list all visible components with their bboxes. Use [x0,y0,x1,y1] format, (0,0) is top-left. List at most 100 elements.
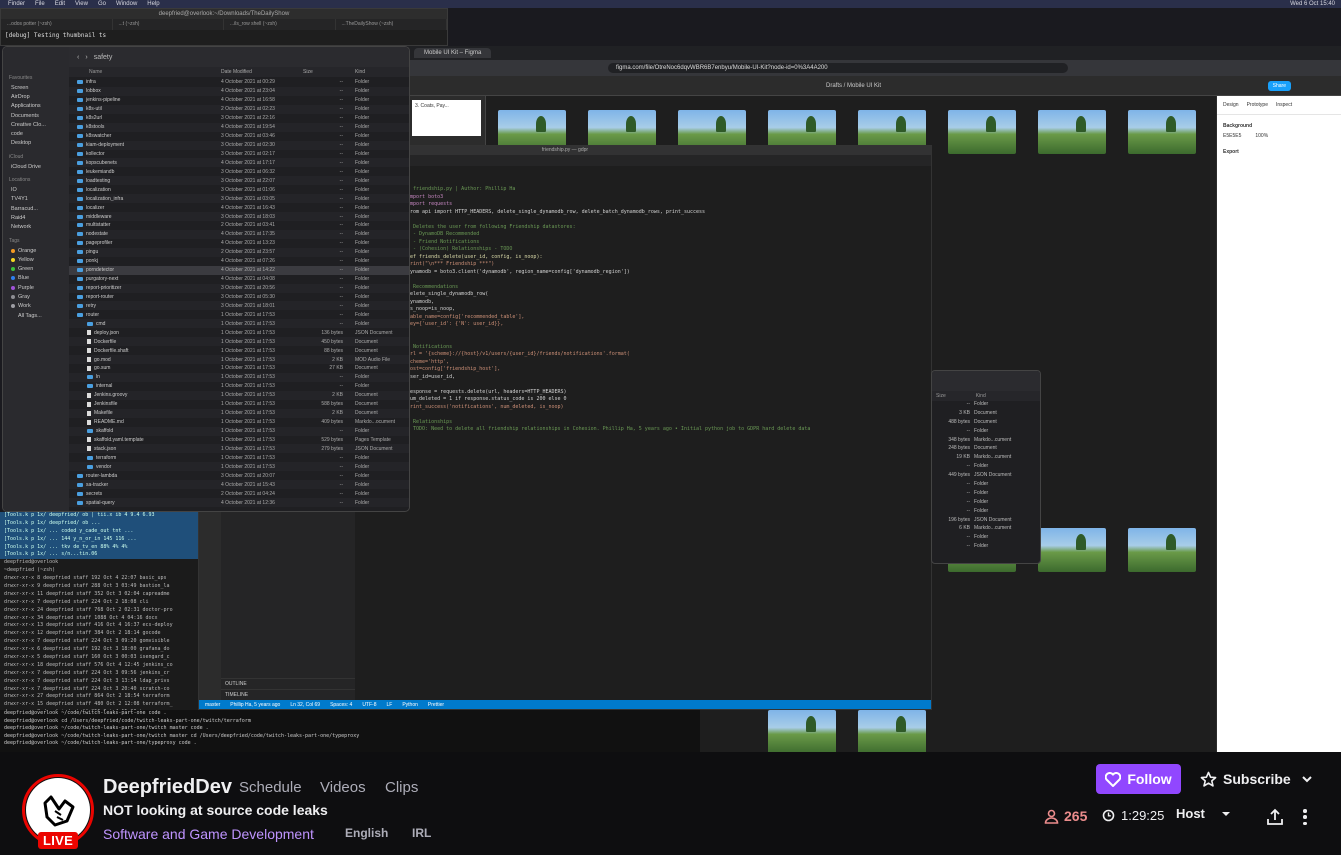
finder-sidebar-item[interactable]: IO [3,185,69,194]
finder2-row[interactable]: -- Folder [932,508,1040,517]
finder-sidebar-item[interactable]: Barracud... [3,204,69,213]
finder-sidebar-item[interactable]: Purple [3,283,69,292]
finder-row[interactable]: cmd 1 October 2021 at 17:53 -- Folder [69,319,409,329]
more-options-button[interactable] [1298,808,1312,826]
finder-row[interactable]: spatial-query 4 October 2021 at 12:36 -- Fo… [69,498,409,507]
finder-sidebar-item[interactable]: Documents [3,111,69,120]
finder-row[interactable]: report-router 3 October 2021 at 05:30 -- Fo… [69,293,409,302]
finder-row[interactable]: Makefile 1 October 2021 at 17:53 2 KB Docum… [69,408,409,418]
follow-button[interactable]: Follow [1096,764,1181,794]
finder-sidebar-item[interactable]: Yellow [3,255,69,264]
finder-row[interactable]: purgatory-next 4 October 2021 at 04:08 -- F… [69,275,409,284]
finder2-row[interactable]: -- Folder [932,490,1040,499]
finder-row[interactable]: go.mod 1 October 2021 at 17:53 2 KB MOD Aud… [69,355,409,364]
finder2-row[interactable]: -- Folder [932,463,1040,472]
finder2-row[interactable]: -- Folder [932,428,1040,437]
finder-row[interactable]: Jenkinsfile 1 October 2021 at 17:53 588 by… [69,400,409,409]
finder-sidebar-item[interactable]: All Tags... [3,311,69,320]
finder-row[interactable]: localization 3 October 2021 at 01:06 -- Fol… [69,185,409,194]
finder-row[interactable]: README.md 1 October 2021 at 17:53 409 byte… [69,418,409,427]
finder-row[interactable]: internal 1 October 2021 at 17:53 -- Folder [69,382,409,391]
finder-row[interactable]: stack.json 1 October 2021 at 17:53 279 byt… [69,444,409,454]
finder-sidebar-item[interactable]: Raid4 [3,213,69,222]
finder-row[interactable]: kiam-deployment 3 October 2021 at 02:30 --… [69,140,409,150]
finder-sidebar-item[interactable]: Gray [3,292,69,301]
finder-row[interactable]: Dockerfile.shaft 1 October 2021 at 17:53 8… [69,346,409,355]
finder-row[interactable]: nodestate 4 October 2021 at 17:35 -- Folder [69,229,409,239]
tag-english[interactable]: English [345,826,388,840]
finder2-row[interactable]: 6 KB Markdo...cument [932,525,1040,534]
finder-row[interactable]: Dockerfile 1 October 2021 at 17:53 450 byt… [69,337,409,347]
category-link[interactable]: Software and Game Development [103,826,314,842]
nav-clips[interactable]: Clips [385,779,418,796]
finder-row[interactable]: ln 1 October 2021 at 17:53 -- Folder [69,372,409,382]
finder-row[interactable]: skaffold 1 October 2021 at 17:53 -- Folder [69,426,409,436]
finder-row-kind: Folder [355,150,370,157]
finder-sidebar-item[interactable]: Desktop [3,139,69,148]
finder2-row[interactable]: 248 bytes Document [932,445,1040,454]
finder-sidebar-item[interactable]: TV4Y1 [3,195,69,204]
finder-row[interactable]: skaffold.yaml.template 1 October 2021 at … [69,436,409,445]
finder-row[interactable]: router-lambda 3 October 2021 at 20:07 -- Fo… [69,471,409,480]
finder-sidebar-item[interactable]: Screen [3,83,69,92]
finder2-row[interactable]: 196 bytes JSON Document [932,517,1040,526]
finder-row[interactable]: leukemiandb 3 October 2021 at 06:32 -- Fold… [69,167,409,176]
finder2-row[interactable]: 488 bytes Document [932,419,1040,428]
finder-row[interactable]: porndetector 4 October 2021 at 14:22 -- Fol… [69,265,409,275]
finder-row[interactable]: kopscubenets 4 October 2021 at 17:17 -- Fol… [69,158,409,168]
finder2-row[interactable]: 449 bytes JSON Document [932,472,1040,481]
finder-row[interactable]: infra 4 October 2021 at 00:29 -- Folder [69,78,409,87]
finder-sidebar-item[interactable]: Creative Clo... [3,120,69,129]
finder2-row[interactable]: 3 KB Document [932,410,1040,419]
finder-sidebar-item[interactable]: Work [3,302,69,311]
finder-row[interactable]: ponkj 4 October 2021 at 07:26 -- Folder [69,257,409,266]
finder2-row[interactable]: -- Folder [932,401,1040,410]
channel-name[interactable]: DeepfriedDev [103,776,232,799]
finder-row[interactable]: pingu 2 October 2021 at 23:57 -- Folder [69,247,409,257]
finder-row[interactable]: localization_infra 3 October 2021 at 03:0… [69,194,409,204]
finder-row[interactable]: kollector 3 October 2021 at 02:17 -- Folder [69,150,409,159]
finder-row[interactable]: retry 3 October 2021 at 18:01 -- Folder [69,301,409,311]
finder2-row[interactable]: -- Folder [932,534,1040,543]
finder-row[interactable]: router 1 October 2021 at 17:53 -- Folder [69,310,409,319]
finder-row[interactable]: sa-tracker 4 October 2021 at 15:43 -- Folde… [69,480,409,490]
finder-row[interactable]: jenkins-pipeline 4 October 2021 at 16:58 -… [69,96,409,105]
finder2-row[interactable]: -- Folder [932,543,1040,552]
tag-irl[interactable]: IRL [412,826,431,840]
finder-row[interactable]: k8s-util 2 October 2021 at 02:23 -- Folder [69,104,409,114]
finder-row[interactable]: k8swatcher 3 October 2021 at 03:46 -- Folde… [69,132,409,141]
finder-row[interactable]: k8stools 4 October 2021 at 19:54 -- Folder [69,122,409,132]
host-button[interactable]: Host [1176,806,1231,821]
finder-row[interactable]: deploy.json 1 October 2021 at 17:53 136 by… [69,328,409,337]
finder-row[interactable]: localizer 4 October 2021 at 16:43 -- Folder [69,203,409,212]
nav-videos[interactable]: Videos [320,779,366,796]
finder-row[interactable]: multistatter 2 October 2021 at 03:41 -- Fol… [69,221,409,230]
finder-row[interactable]: vendor 1 October 2021 at 17:53 -- Folder [69,462,409,472]
finder-sidebar-item[interactable]: Green [3,264,69,273]
finder-row[interactable]: Jenkins.groovy 1 October 2021 at 17:53 2 K… [69,390,409,400]
finder2-row[interactable]: 348 bytes Markdo...cument [932,437,1040,446]
finder-sidebar-item[interactable]: Network [3,223,69,232]
finder2-row[interactable]: -- Folder [932,499,1040,508]
share-button[interactable] [1266,808,1284,826]
nav-schedule[interactable]: Schedule [239,779,302,796]
finder2-row[interactable]: 19 KB Markdo...cument [932,454,1040,463]
finder-sidebar-item[interactable]: code [3,129,69,138]
finder-row[interactable]: k8s2url 3 October 2021 at 22:16 -- Folder [69,114,409,123]
finder-row[interactable]: middleware 3 October 2021 at 18:03 -- Folde… [69,212,409,221]
finder-sidebar-item[interactable]: iCloud Drive [3,162,69,171]
stream-video-player[interactable]: Finder File Edit View Go Window Help Wed… [0,0,1341,752]
finder-row[interactable]: report-prioritizer 3 October 2021 at 20:5… [69,283,409,293]
finder-sidebar-item[interactable]: Orange [3,246,69,255]
finder-sidebar-item[interactable]: Applications [3,102,69,111]
finder-sidebar-item[interactable]: Blue [3,274,69,283]
finder-sidebar-item[interactable]: AirDrop [3,92,69,101]
finder-row[interactable]: secrets 2 October 2021 at 04:24 -- Folder [69,489,409,498]
finder-row[interactable]: lobbox 4 October 2021 at 23:04 -- Folder [69,86,409,96]
finder-row[interactable]: go.sum 1 October 2021 at 17:53 27 KB Docume… [69,364,409,373]
finder-row[interactable]: pageprofiler 4 October 2021 at 13:23 -- Fol… [69,239,409,248]
finder-row[interactable]: loadtesting 3 October 2021 at 22:07 -- Fold… [69,176,409,186]
finder2-row[interactable]: -- Folder [932,481,1040,490]
subscribe-button[interactable]: Subscribe [1196,764,1314,794]
finder-row[interactable]: terraform 1 October 2021 at 17:53 -- Folder [69,453,409,462]
